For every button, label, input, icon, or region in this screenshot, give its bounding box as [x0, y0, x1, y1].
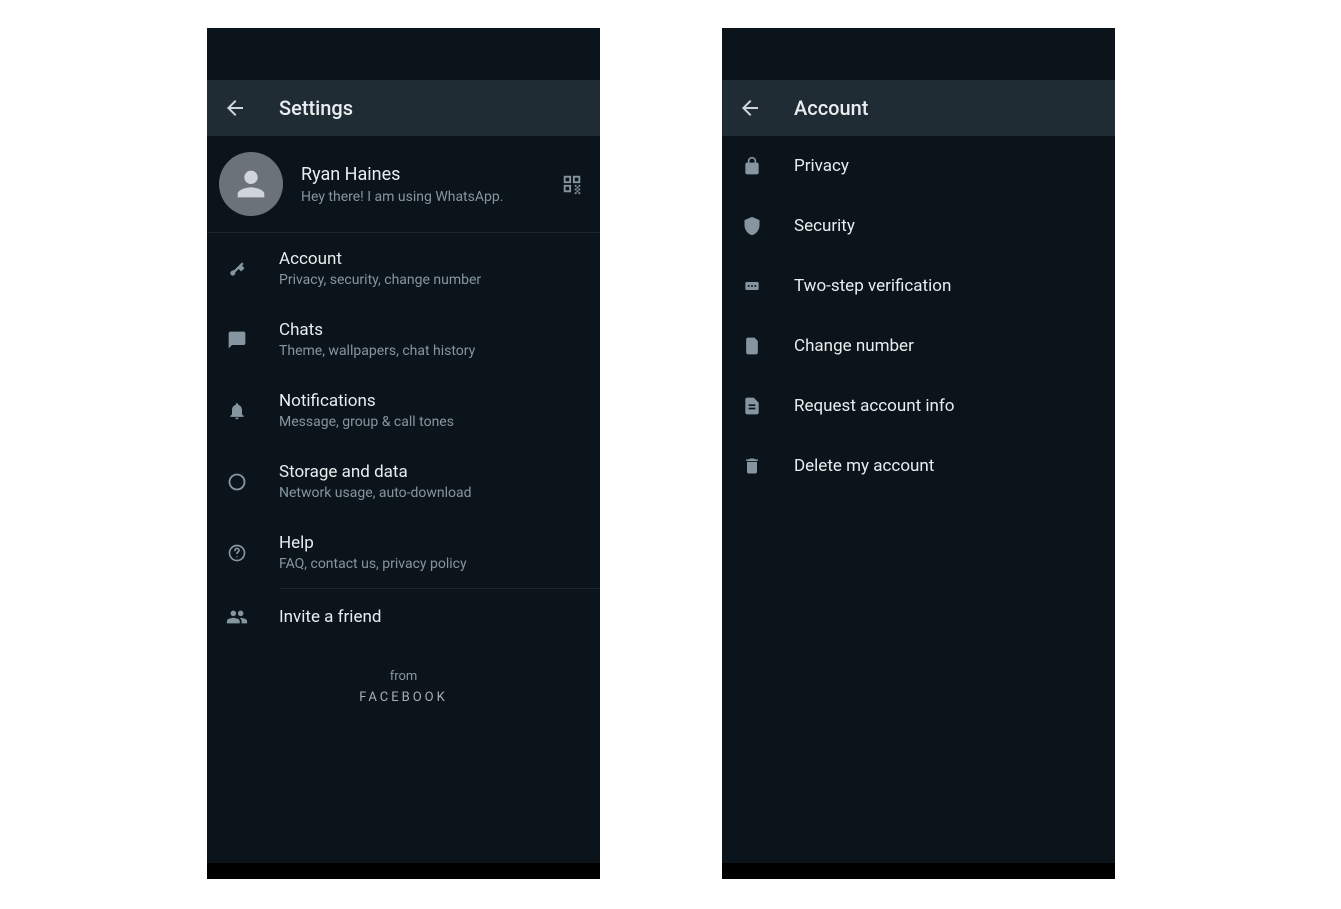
nav-bar	[722, 863, 1115, 879]
list-sub: FAQ, contact us, privacy policy	[279, 556, 584, 572]
list-text: Privacy	[794, 156, 1099, 176]
list-title: Two-step verification	[794, 276, 1099, 296]
list-text: Request account info	[794, 396, 1099, 416]
list-text: Change number	[794, 336, 1099, 356]
account-item-privacy[interactable]: Privacy	[722, 136, 1115, 196]
account-list: Privacy Security Two-step verification	[722, 136, 1115, 496]
list-text: Two-step verification	[794, 276, 1099, 296]
status-bar	[722, 28, 1115, 80]
people-icon	[225, 605, 249, 629]
avatar	[219, 152, 283, 216]
account-item-request-info[interactable]: Request account info	[722, 376, 1115, 436]
chat-icon	[225, 328, 249, 352]
account-item-security[interactable]: Security	[722, 196, 1115, 256]
sim-swap-icon	[740, 334, 764, 358]
header: Account	[722, 80, 1115, 136]
list-title: Chats	[279, 320, 584, 340]
list-text: Security	[794, 216, 1099, 236]
list-sub: Network usage, auto-download	[279, 485, 584, 501]
back-arrow-icon[interactable]	[223, 96, 247, 120]
list-text: Chats Theme, wallpapers, chat history	[279, 320, 584, 359]
settings-item-notifications[interactable]: Notifications Message, group & call tone…	[207, 375, 600, 446]
list-text: Notifications Message, group & call tone…	[279, 391, 584, 430]
nav-bar	[207, 863, 600, 879]
header-title: Settings	[279, 96, 353, 120]
settings-item-chats[interactable]: Chats Theme, wallpapers, chat history	[207, 304, 600, 375]
list-title: Storage and data	[279, 462, 584, 482]
back-arrow-icon[interactable]	[738, 96, 762, 120]
footer: from FACEBOOK	[207, 669, 600, 705]
profile-row[interactable]: Ryan Haines Hey there! I am using WhatsA…	[207, 136, 600, 233]
profile-status: Hey there! I am using WhatsApp.	[301, 189, 560, 205]
bell-icon	[225, 399, 249, 423]
shield-icon	[740, 214, 764, 238]
key-icon	[225, 257, 249, 281]
list-title: Security	[794, 216, 1099, 236]
settings-item-help[interactable]: Help FAQ, contact us, privacy policy	[207, 517, 600, 588]
list-title: Notifications	[279, 391, 584, 411]
list-title: Change number	[794, 336, 1099, 356]
list-text: Invite a friend	[279, 607, 584, 627]
list-title: Account	[279, 249, 584, 269]
account-screen: Account Privacy Security Two-step ver	[722, 28, 1115, 879]
data-usage-icon	[225, 470, 249, 494]
account-item-change-number[interactable]: Change number	[722, 316, 1115, 376]
list-text: Account Privacy, security, change number	[279, 249, 584, 288]
header-title: Account	[794, 96, 868, 120]
profile-text: Ryan Haines Hey there! I am using WhatsA…	[301, 164, 560, 205]
footer-brand: FACEBOOK	[207, 690, 600, 705]
pin-icon	[740, 274, 764, 298]
settings-item-account[interactable]: Account Privacy, security, change number	[207, 233, 600, 304]
help-icon	[225, 541, 249, 565]
list-title: Request account info	[794, 396, 1099, 416]
header: Settings	[207, 80, 600, 136]
list-text: Storage and data Network usage, auto-dow…	[279, 462, 584, 501]
list-sub: Privacy, security, change number	[279, 272, 584, 288]
list-sub: Message, group & call tones	[279, 414, 584, 430]
settings-screen: Settings Ryan Haines Hey there! I am usi…	[207, 28, 600, 879]
list-text: Delete my account	[794, 456, 1099, 476]
account-item-delete[interactable]: Delete my account	[722, 436, 1115, 496]
list-text: Help FAQ, contact us, privacy policy	[279, 533, 584, 572]
list-title: Delete my account	[794, 456, 1099, 476]
qr-code-icon[interactable]	[560, 172, 584, 196]
trash-icon	[740, 454, 764, 478]
lock-icon	[740, 154, 764, 178]
profile-name: Ryan Haines	[301, 164, 560, 185]
account-item-two-step[interactable]: Two-step verification	[722, 256, 1115, 316]
footer-from: from	[207, 669, 600, 684]
status-bar	[207, 28, 600, 80]
settings-item-invite[interactable]: Invite a friend	[207, 589, 600, 645]
list-title: Invite a friend	[279, 607, 584, 627]
document-icon	[740, 394, 764, 418]
settings-item-storage[interactable]: Storage and data Network usage, auto-dow…	[207, 446, 600, 517]
list-sub: Theme, wallpapers, chat history	[279, 343, 584, 359]
list-title: Privacy	[794, 156, 1099, 176]
list-title: Help	[279, 533, 584, 553]
